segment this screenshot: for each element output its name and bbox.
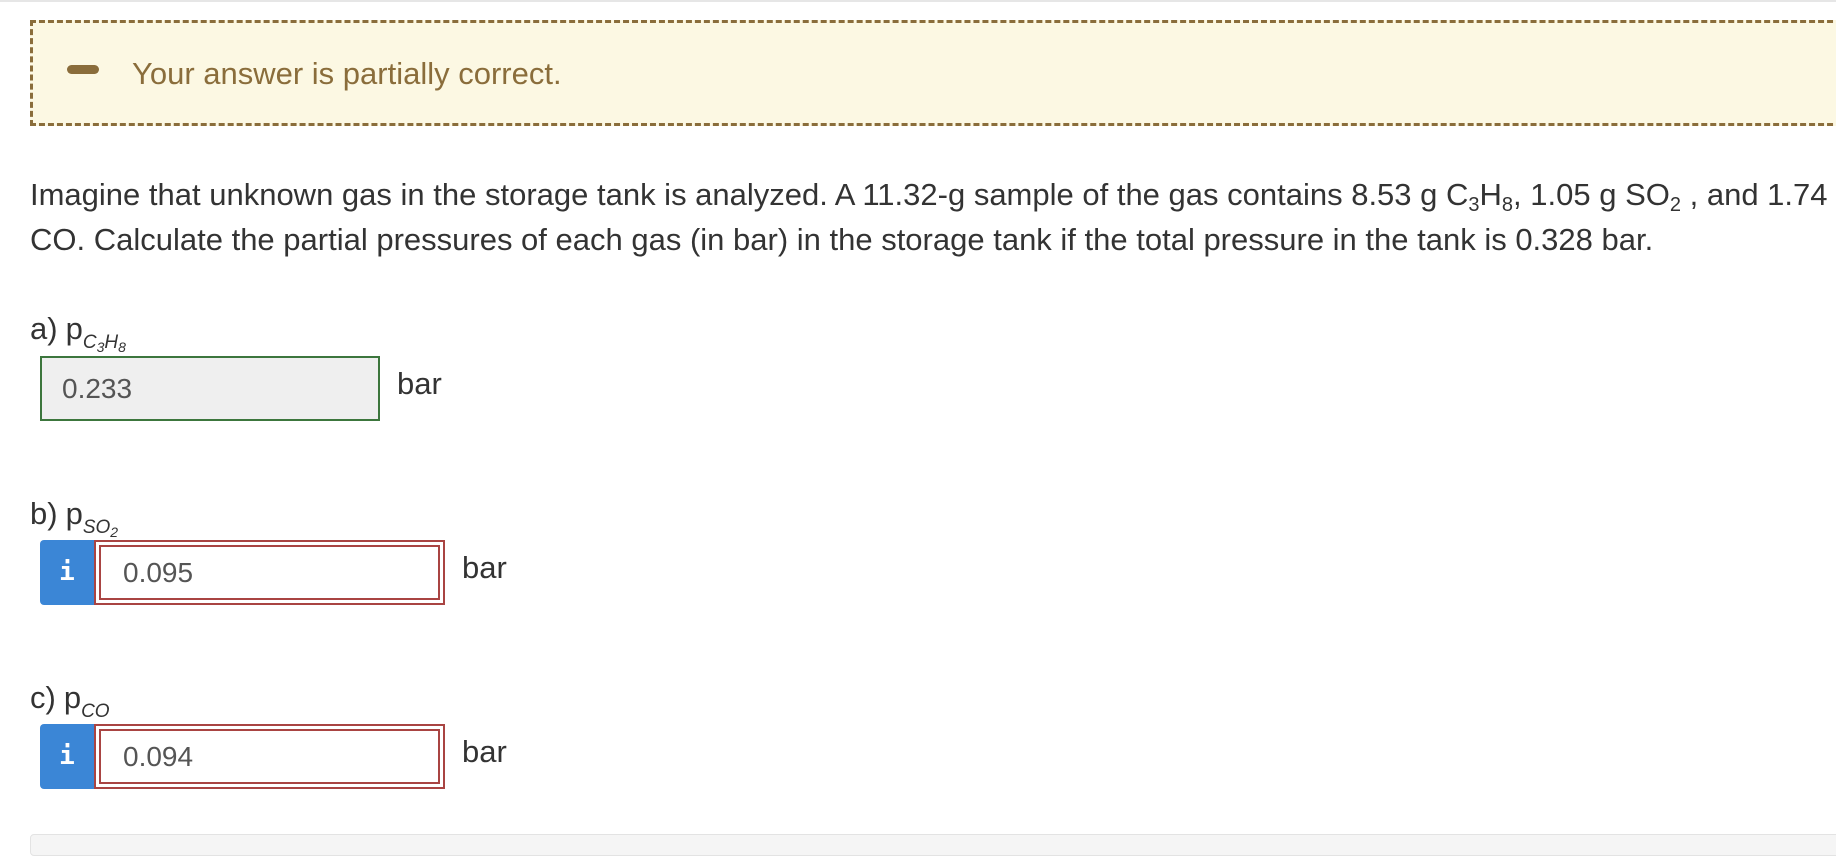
question-text: Imagine that unknown gas in the storage … [30, 172, 1836, 262]
top-divider [0, 0, 1836, 2]
part-a-unit: bar [397, 366, 442, 401]
part-c-answer-value[interactable]: 0.094 [99, 729, 440, 784]
part-b-label: b) pSO2 [30, 496, 119, 540]
part-c-answer-input[interactable]: 0.094 [94, 724, 445, 789]
minus-icon [67, 65, 99, 74]
part-a-answer-input[interactable]: 0.233 [40, 356, 380, 421]
question-line-1: Imagine that unknown gas in the storage … [30, 177, 1836, 216]
part-c-unit: bar [462, 734, 507, 769]
bottom-panel [30, 834, 1836, 856]
feedback-text: Your answer is partially correct. [132, 56, 562, 91]
part-b-info-icon[interactable]: i [40, 540, 94, 605]
question-line-2: CO. Calculate the partial pressures of e… [30, 222, 1654, 257]
part-b-answer-input[interactable]: 0.095 [94, 540, 445, 605]
part-b-unit: bar [462, 550, 507, 585]
part-a-label: a) pC3H8 [30, 311, 126, 355]
part-b-answer-value[interactable]: 0.095 [99, 545, 440, 600]
feedback-banner: Your answer is partially correct. [30, 20, 1836, 126]
part-c-label: c) pCO [30, 680, 110, 722]
part-c-info-icon[interactable]: i [40, 724, 94, 789]
